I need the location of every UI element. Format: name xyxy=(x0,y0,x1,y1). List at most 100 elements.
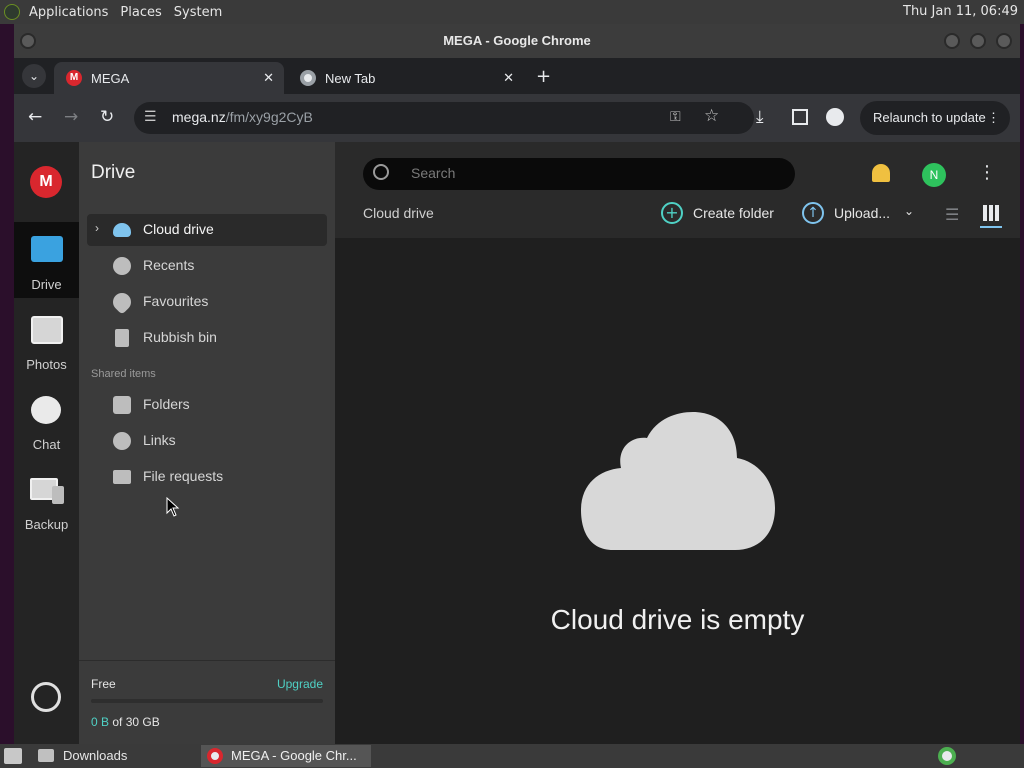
close-window-icon[interactable] xyxy=(996,33,1012,49)
chrome-tray-icon[interactable] xyxy=(938,747,956,765)
tab-search-icon[interactable]: ⌄ xyxy=(22,64,46,88)
back-icon[interactable]: ← xyxy=(28,107,42,127)
upload-button[interactable]: ↑ Upload... ⌄ xyxy=(802,202,918,224)
rail-label: Photos xyxy=(26,357,67,372)
rail-item-drive[interactable]: Drive xyxy=(14,222,79,298)
rail-item-backup[interactable]: Backup xyxy=(14,462,79,538)
tab-mega[interactable]: M MEGA ✕ xyxy=(54,62,284,94)
chevron-right-icon[interactable]: › xyxy=(95,221,99,235)
sidebar-item-shared-folders[interactable]: Folders xyxy=(87,389,327,421)
sidebar-item-label: Rubbish bin xyxy=(143,329,217,345)
plan-label: Free xyxy=(91,677,116,691)
window-title: MEGA - Google Chrome xyxy=(443,33,591,48)
chat-bubble-icon xyxy=(31,396,61,424)
upload-arrow-icon: ↑ xyxy=(802,202,824,224)
transfers-icon[interactable] xyxy=(31,682,61,712)
site-info-icon[interactable]: ☰ xyxy=(144,108,157,125)
app-rail: M Drive Photos Chat Backup xyxy=(14,142,79,744)
sidebar-item-rubbish-bin[interactable]: Rubbish bin xyxy=(87,322,327,354)
empty-state-message: Cloud drive is empty xyxy=(550,604,805,635)
sidebar-title: Drive xyxy=(91,162,136,183)
sidebar-item-favourites[interactable]: Favourites xyxy=(87,286,327,318)
sidebar-item-recents[interactable]: Recents xyxy=(87,250,327,282)
show-desktop-icon[interactable] xyxy=(4,748,22,764)
breadcrumb[interactable]: Cloud drive xyxy=(363,205,434,221)
maximize-icon[interactable] xyxy=(970,33,986,49)
sidebar-item-label: Favourites xyxy=(143,293,209,309)
relaunch-label: Relaunch to update xyxy=(873,110,986,125)
menu-applications[interactable]: Applications xyxy=(29,5,108,20)
storage-panel: Free Upgrade 0 B of 30 GB xyxy=(79,660,335,744)
upgrade-link[interactable]: Upgrade xyxy=(277,677,323,691)
chrome-favicon-icon xyxy=(300,70,316,86)
taskbar-label: Downloads xyxy=(63,748,128,763)
side-panel-icon[interactable] xyxy=(792,109,808,125)
url-host: mega.nz xyxy=(172,109,226,125)
forward-icon[interactable]: → xyxy=(64,107,78,127)
list-view-icon[interactable]: ☰ xyxy=(945,205,959,224)
key-icon[interactable]: ⚿ xyxy=(670,108,681,125)
desktop-background xyxy=(0,24,14,744)
desktop-background-right xyxy=(1020,24,1024,744)
download-icon[interactable]: ⤓ xyxy=(756,107,764,127)
reload-icon[interactable]: ↻ xyxy=(100,107,114,127)
gnome-foot-icon[interactable] xyxy=(4,4,20,20)
tab-new-tab[interactable]: New Tab ✕ xyxy=(288,62,524,94)
tab-label: MEGA xyxy=(91,70,130,86)
create-folder-label: Create folder xyxy=(693,205,774,221)
sidebar-item-label: Folders xyxy=(143,396,190,412)
rail-item-photos[interactable]: Photos xyxy=(14,302,79,378)
sidebar-item-label: Recents xyxy=(143,257,195,273)
taskbar: Downloads MEGA - Google Chr... xyxy=(0,744,1024,768)
sidebar-item-cloud-drive[interactable]: › Cloud drive xyxy=(87,214,327,246)
backup-phone-icon xyxy=(52,486,64,504)
rail-label: Chat xyxy=(32,437,61,452)
sidebar-item-links[interactable]: Links xyxy=(87,425,327,457)
relaunch-button[interactable]: Relaunch to update ⋮ xyxy=(860,101,1010,135)
search-placeholder: Search xyxy=(411,165,456,181)
more-options-icon[interactable]: ⋮ xyxy=(978,162,996,183)
bookmark-star-icon[interactable]: ☆ xyxy=(704,106,719,126)
menu-system[interactable]: System xyxy=(174,5,222,20)
upload-label: Upload... xyxy=(834,205,891,221)
window-titlebar[interactable]: MEGA - Google Chrome xyxy=(14,24,1020,58)
new-tab-button[interactable]: + xyxy=(536,66,551,87)
search-input[interactable]: Search xyxy=(363,158,795,190)
mega-logo-icon[interactable]: M xyxy=(30,166,62,198)
rail-label: Drive xyxy=(31,277,62,292)
storage-used: 0 B xyxy=(91,715,110,729)
grid-view-button[interactable] xyxy=(980,202,1002,228)
storage-usage: 0 B of 30 GB xyxy=(91,715,160,729)
sidebar-item-file-requests[interactable]: File requests xyxy=(87,461,327,493)
shared-folder-icon xyxy=(113,396,131,414)
photo-icon xyxy=(31,316,63,344)
chevron-down-icon[interactable]: ⌄ xyxy=(904,204,914,218)
sidebar-item-label: Links xyxy=(143,432,176,448)
clock[interactable]: Thu Jan 11, 06:49 xyxy=(903,4,1018,19)
taskbar-item-downloads[interactable]: Downloads xyxy=(30,745,196,767)
rail-item-chat[interactable]: Chat xyxy=(14,382,79,458)
taskbar-item-chrome[interactable]: MEGA - Google Chr... xyxy=(201,745,371,767)
browser-toolbar: ← → ↻ ☰ mega.nz/fm/xy9g2CyB ⚿ ☆ ⤓ Relaun… xyxy=(14,94,1020,142)
taskbar-label: MEGA - Google Chr... xyxy=(231,748,357,763)
more-menu-icon[interactable]: ⋮ xyxy=(987,101,1000,135)
main-pane: Search N ⋮ Cloud drive + Create folder ↑… xyxy=(335,142,1020,744)
browser-window: MEGA - Google Chrome ⌄ M MEGA ✕ New Tab … xyxy=(14,24,1020,744)
address-bar[interactable]: ☰ mega.nz/fm/xy9g2CyB ⚿ ☆ xyxy=(134,102,754,134)
chrome-icon xyxy=(207,748,223,764)
cloud-illustration-icon xyxy=(581,412,775,550)
window-menu-icon[interactable] xyxy=(20,33,36,49)
avatar[interactable]: N xyxy=(922,163,946,187)
menu-places[interactable]: Places xyxy=(120,5,161,20)
drive-sidebar: Drive › Cloud drive Recents Favourites R… xyxy=(79,142,335,744)
close-tab-icon[interactable]: ✕ xyxy=(263,70,274,86)
close-tab-icon[interactable]: ✕ xyxy=(503,70,514,86)
main-header: Search N ⋮ Cloud drive + Create folder ↑… xyxy=(335,142,1020,238)
bell-icon[interactable] xyxy=(872,164,890,182)
cloud-icon xyxy=(113,223,131,237)
profile-icon[interactable] xyxy=(826,108,844,126)
storage-bar xyxy=(91,699,323,703)
storage-total: of 30 GB xyxy=(112,715,160,729)
mouse-cursor-icon xyxy=(166,497,180,517)
minimize-icon[interactable] xyxy=(944,33,960,49)
